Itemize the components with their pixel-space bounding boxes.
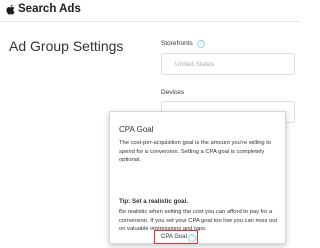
- tooltip-tip-title: Tip: Set a realistic goal.: [119, 198, 189, 205]
- cpa-goal-info-icon[interactable]: ?: [188, 234, 196, 242]
- storefronts-label: Storefronts: [161, 40, 193, 47]
- brand-label[interactable]: Search Ads: [18, 3, 81, 15]
- tooltip-title: CPA Goal: [119, 125, 154, 134]
- tooltip-tip-body: Be realistic when setting the cost you c…: [119, 209, 278, 233]
- tooltip-body: The cost-per-acquisition goal is the amo…: [119, 140, 272, 164]
- storefronts-info-icon[interactable]: ?: [197, 40, 205, 48]
- page-title: Ad Group Settings: [9, 38, 124, 54]
- top-bar: Search Ads: [0, 0, 300, 22]
- cpa-goal-field[interactable]: CPA Goal ?: [154, 230, 198, 244]
- cpa-goal-label: CPA Goal: [161, 234, 187, 240]
- storefronts-value: United States: [175, 61, 215, 68]
- storefronts-select[interactable]: United States: [161, 53, 295, 75]
- cpa-goal-tooltip: CPA Goal The cost-per-acquisition goal i…: [109, 111, 286, 244]
- apple-icon[interactable]: [6, 4, 15, 15]
- devices-label: Devices: [161, 89, 185, 96]
